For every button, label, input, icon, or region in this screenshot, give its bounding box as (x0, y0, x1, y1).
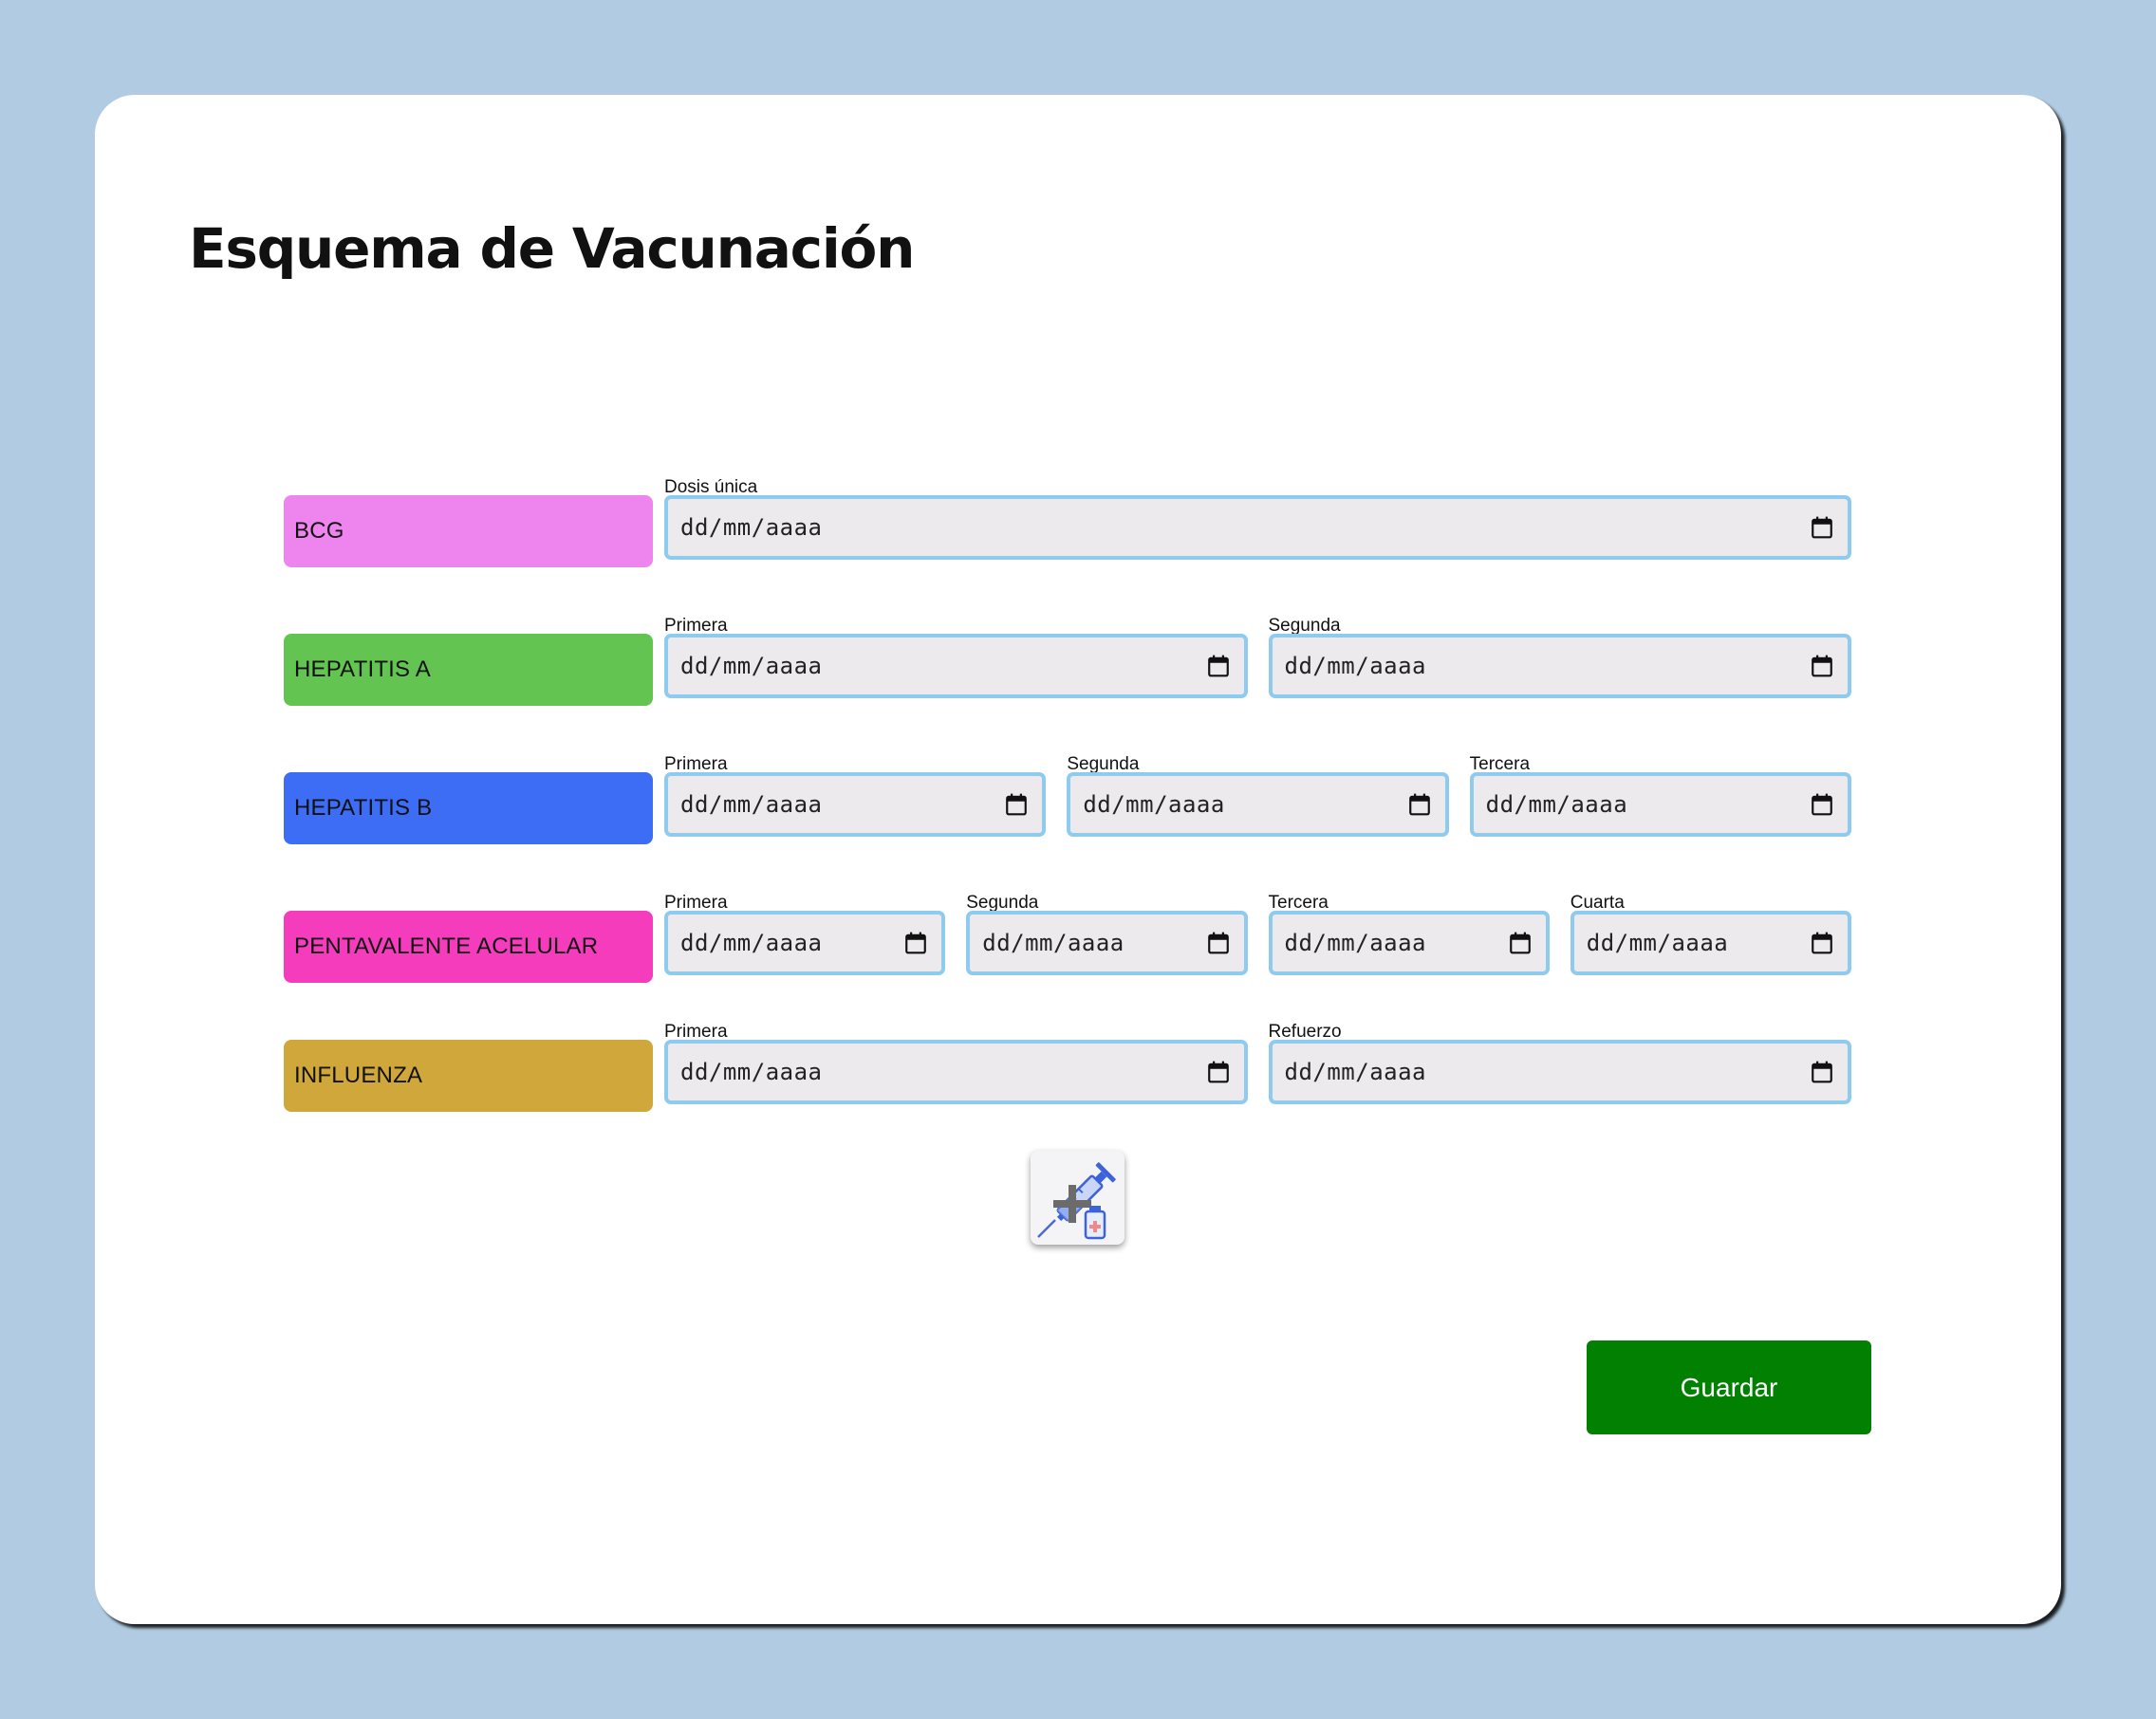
dose-field: Refuerzo dd/mm/aaaa (1268, 1022, 1851, 1107)
vaccine-row: HEPATITIS B Primera dd/mm/aaaa Segunda dd/mm… (0, 754, 2156, 868)
date-input[interactable]: dd/mm/aaaa (664, 495, 1851, 560)
date-input-value: dd/mm/aaaa (1284, 1059, 1426, 1085)
page-title: Esquema de Vacunación (189, 216, 915, 281)
add-vaccine-button[interactable] (1031, 1151, 1124, 1245)
calendar-icon[interactable] (1206, 1060, 1231, 1084)
dose-field: Primera dd/mm/aaaa (664, 893, 946, 978)
calendar-icon[interactable] (1810, 792, 1834, 817)
date-input[interactable]: dd/mm/aaaa (1067, 772, 1449, 837)
date-input[interactable]: dd/mm/aaaa (664, 911, 946, 975)
date-input[interactable]: dd/mm/aaaa (1268, 911, 1550, 975)
vaccine-row: HEPATITIS A Primera dd/mm/aaaa Segunda dd/mm… (0, 616, 2156, 730)
date-input[interactable]: dd/mm/aaaa (664, 634, 1248, 698)
save-button[interactable]: Guardar (1587, 1340, 1871, 1434)
calendar-icon[interactable] (1810, 1060, 1834, 1084)
vaccine-name-badge: PENTAVALENTE ACELULAR (284, 911, 653, 983)
calendar-icon[interactable] (903, 931, 928, 955)
dose-field: Tercera dd/mm/aaaa (1469, 754, 1851, 840)
date-input-value: dd/mm/aaaa (1284, 653, 1426, 679)
calendar-icon[interactable] (1206, 931, 1231, 955)
date-input-value: dd/mm/aaaa (1284, 930, 1426, 956)
date-input-value: dd/mm/aaaa (680, 653, 823, 679)
date-input[interactable]: dd/mm/aaaa (1268, 1040, 1851, 1104)
dose-field: Primera dd/mm/aaaa (664, 1022, 1248, 1107)
vaccine-name-badge: BCG (284, 495, 653, 567)
date-input[interactable]: dd/mm/aaaa (1469, 772, 1851, 837)
calendar-icon[interactable] (1810, 515, 1834, 540)
dose-field: Tercera dd/mm/aaaa (1268, 893, 1550, 978)
dose-field: Segunda dd/mm/aaaa (1067, 754, 1449, 840)
dose-field: Dosis única dd/mm/aaaa (664, 477, 1851, 563)
dose-field: Segunda dd/mm/aaaa (1268, 616, 1851, 701)
calendar-icon[interactable] (1810, 931, 1834, 955)
calendar-icon[interactable] (1004, 792, 1029, 817)
date-input-value: dd/mm/aaaa (982, 930, 1124, 956)
dose-field: Cuarta dd/mm/aaaa (1570, 893, 1851, 978)
dose-field: Segunda dd/mm/aaaa (966, 893, 1248, 978)
calendar-icon[interactable] (1407, 792, 1432, 817)
dose-field: Primera dd/mm/aaaa (664, 616, 1248, 701)
vaccine-name-badge: INFLUENZA (284, 1040, 653, 1112)
date-input[interactable]: dd/mm/aaaa (664, 772, 1047, 837)
date-input-value: dd/mm/aaaa (680, 791, 823, 818)
date-input[interactable]: dd/mm/aaaa (664, 1040, 1248, 1104)
date-input[interactable]: dd/mm/aaaa (1268, 634, 1851, 698)
calendar-icon[interactable] (1810, 654, 1834, 678)
date-input-value: dd/mm/aaaa (1083, 791, 1225, 818)
vaccine-row: INFLUENZA Primera dd/mm/aaaa Refuerzo dd/mm/… (0, 1022, 2156, 1136)
date-input-value: dd/mm/aaaa (680, 1059, 823, 1085)
date-input[interactable]: dd/mm/aaaa (966, 911, 1248, 975)
date-input[interactable]: dd/mm/aaaa (1570, 911, 1851, 975)
vaccine-row: PENTAVALENTE ACELULAR Primera dd/mm/aaaa Se… (0, 893, 2156, 1007)
vaccine-name-badge: HEPATITIS B (284, 772, 653, 844)
date-input-value: dd/mm/aaaa (680, 514, 823, 541)
calendar-icon[interactable] (1206, 654, 1231, 678)
syringe-add-icon (1037, 1162, 1116, 1240)
date-input-value: dd/mm/aaaa (680, 930, 823, 956)
vaccine-row: BCG Dosis única dd/mm/aaaa (0, 477, 2156, 591)
vaccine-name-badge: HEPATITIS A (284, 634, 653, 706)
dose-field: Primera dd/mm/aaaa (664, 754, 1047, 840)
calendar-icon[interactable] (1508, 931, 1533, 955)
date-input-value: dd/mm/aaaa (1485, 791, 1628, 818)
date-input-value: dd/mm/aaaa (1586, 930, 1729, 956)
